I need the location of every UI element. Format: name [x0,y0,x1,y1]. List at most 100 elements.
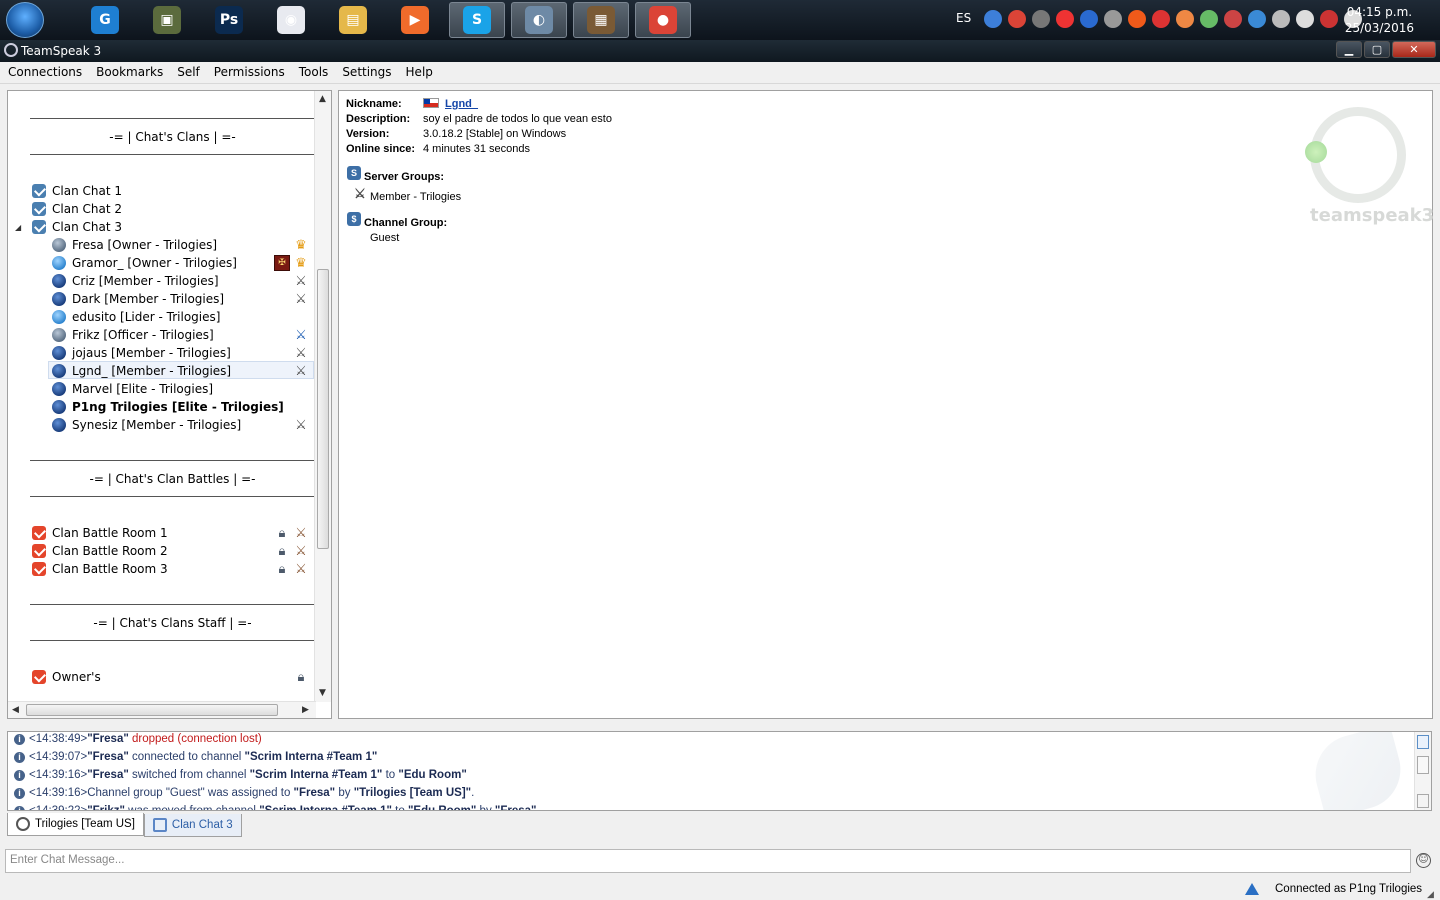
channel-clan-chat-1[interactable]: Clan Chat 1 [32,182,122,200]
user-row-selected[interactable]: Lgnd_ [Member - Trilogies] [52,362,231,380]
log-text: Channel group "Guest" was assigned to [87,787,294,799]
warning-icon[interactable] [1245,883,1259,895]
channel-battle-room-2[interactable]: Clan Battle Room 2 [32,542,168,560]
taskbar-app-button[interactable]: G [77,2,133,38]
log-link[interactable]: "Scrim Interna #Team 1" [259,805,392,810]
taskbar-app-button[interactable]: ▦ [573,2,629,38]
taskbar-app-button[interactable]: ◐ [511,2,567,38]
log-link[interactable]: "Scrim Interna #Team 1" [250,769,383,781]
menu-bookmarks[interactable]: Bookmarks [88,62,169,83]
user-row[interactable]: edusito [Lider - Trilogies] [52,308,220,326]
menu-tools[interactable]: Tools [291,62,335,83]
minimize-button[interactable]: ▁ [1336,41,1362,58]
tray-app-icon[interactable] [1272,10,1290,28]
tree-horizontal-scrollbar[interactable]: ◀ ▶ [8,701,316,718]
maximize-button[interactable]: ▢ [1364,41,1390,58]
menu-settings[interactable]: Settings [334,62,397,83]
channel-clan-chat-2[interactable]: Clan Chat 2 [32,200,122,218]
nickname-value[interactable]: Lgnd_ [445,98,478,110]
log-link[interactable]: "Trilogies [Team US]" [354,787,471,799]
taskbar-app-button[interactable]: ● [635,2,691,38]
channel-battle-room-1[interactable]: Clan Battle Room 1 [32,524,168,542]
tray-app-icon[interactable] [1032,10,1050,28]
taskbar-app-button[interactable]: ◉ [263,2,319,38]
menu-self[interactable]: Self [169,62,206,83]
menu-permissions[interactable]: Permissions [206,62,291,83]
tray-app-icon[interactable] [1176,10,1194,28]
scrollbar-thumb[interactable] [26,704,278,716]
chat-message-input[interactable]: Enter Chat Message... [5,849,1411,873]
media-player-icon: ▶ [401,6,429,34]
tray-app-icon[interactable] [1104,10,1122,28]
server-log[interactable]: i <14:38:49> "Fresa" dropped (connection … [7,731,1432,811]
taskbar-app-button[interactable]: ▤ [325,2,381,38]
scroll-down-arrow-icon[interactable]: ▼ [319,688,326,698]
taskbar-app-button[interactable]: ▣ [139,2,195,38]
log-scrollbar[interactable] [1414,732,1431,810]
user-row[interactable]: Fresa [Owner - Trilogies] [52,236,217,254]
scroll-down-arrow-icon[interactable] [1417,794,1429,808]
spacer-chats-clans[interactable]: -= | Chat's Clans | =- [30,130,315,144]
tray-app-icon[interactable] [1200,10,1218,28]
user-row[interactable]: Frikz [Officer - Trilogies] [52,326,214,344]
tab-server-chat[interactable]: Trilogies [Team US] [7,813,144,836]
scrollbar-thumb[interactable] [317,269,329,549]
log-link[interactable]: "Fresa" [495,805,537,810]
version-value: 3.0.18.2 [Stable] on Windows [423,128,567,140]
user-label: Frikz [Officer - Trilogies] [72,328,214,342]
user-row-self[interactable]: P1ng Trilogies [Elite - Trilogies] [52,398,284,416]
start-button[interactable] [6,2,44,38]
taskbar-app-button[interactable]: S [449,2,505,38]
tray-app-icon[interactable] [1224,10,1242,28]
log-link[interactable]: "Frikz" [87,805,125,810]
menu-connections[interactable]: Connections [0,62,88,83]
log-link[interactable]: "Scrim Interna #Team 1" [245,751,378,763]
tray-app-icon[interactable] [1248,10,1266,28]
network-icon[interactable] [1320,10,1338,28]
language-indicator[interactable]: ES [956,11,971,25]
taskbar-app-button[interactable]: ▶ [387,2,443,38]
tab-channel-chat[interactable]: Clan Chat 3 [143,814,242,837]
user-row[interactable]: jojaus [Member - Trilogies] [52,344,231,362]
scroll-up-arrow-icon[interactable] [1417,735,1429,749]
log-link[interactable]: "Fresa" [87,733,129,745]
channel-battle-room-3[interactable]: Clan Battle Room 3 [32,560,168,578]
log-link[interactable]: "Edu Room" [408,805,476,810]
tray-alert-icon[interactable] [1128,10,1146,28]
scroll-left-arrow-icon[interactable]: ◀ [12,705,19,715]
user-row[interactable]: Criz [Member - Trilogies] [52,272,219,290]
taskbar-clock[interactable]: 04:15 p.m. 25/03/2016 [1345,4,1414,36]
version-label: Version: [346,128,390,140]
user-row[interactable]: Dark [Member - Trilogies] [52,290,224,308]
emoticon-icon[interactable]: ☺ [1416,853,1431,868]
taskbar-app-button[interactable]: Ps [201,2,257,38]
scroll-right-arrow-icon[interactable]: ▶ [302,705,309,715]
log-link[interactable]: "Edu Room" [398,769,466,781]
channel-icon [32,202,46,216]
user-row[interactable]: Marvel [Elite - Trilogies] [52,380,213,398]
channel-owners[interactable]: Owner's [32,668,101,686]
info-icon: i [14,751,25,763]
user-row[interactable]: Synesiz [Member - Trilogies] [52,416,241,434]
scroll-up-arrow-icon[interactable]: ▲ [319,94,326,104]
tray-app-icon[interactable] [1080,10,1098,28]
resize-grip-icon[interactable]: ◢ [1427,890,1434,900]
expand-arrow-icon[interactable]: ◢ [15,223,32,232]
scrollbar-thumb[interactable] [1417,756,1429,774]
signal-icon[interactable] [1296,10,1314,28]
channel-tree[interactable]: -= | Chat's Clans | =- Clan Chat 1 Clan … [7,90,332,719]
log-link[interactable]: "Fresa" [87,751,129,763]
tray-app-icon[interactable] [1056,10,1074,28]
spacer-clan-battles[interactable]: -= | Chat's Clan Battles | =- [30,472,315,486]
close-button[interactable]: ✕ [1392,41,1436,58]
menu-help[interactable]: Help [398,62,439,83]
log-link[interactable]: "Fresa" [87,769,129,781]
tray-app-icon[interactable] [984,10,1002,28]
tree-vertical-scrollbar[interactable]: ▲ ▼ [314,91,331,702]
log-link[interactable]: "Fresa" [294,787,336,799]
tray-mute-icon[interactable] [1152,10,1170,28]
user-row[interactable]: Gramor_ [Owner - Trilogies] [52,254,237,272]
channel-clan-chat-3[interactable]: ◢ Clan Chat 3 [15,218,122,236]
spacer-clans-staff[interactable]: -= | Chat's Clans Staff | =- [30,616,315,630]
tray-chrome-icon[interactable] [1008,10,1026,28]
